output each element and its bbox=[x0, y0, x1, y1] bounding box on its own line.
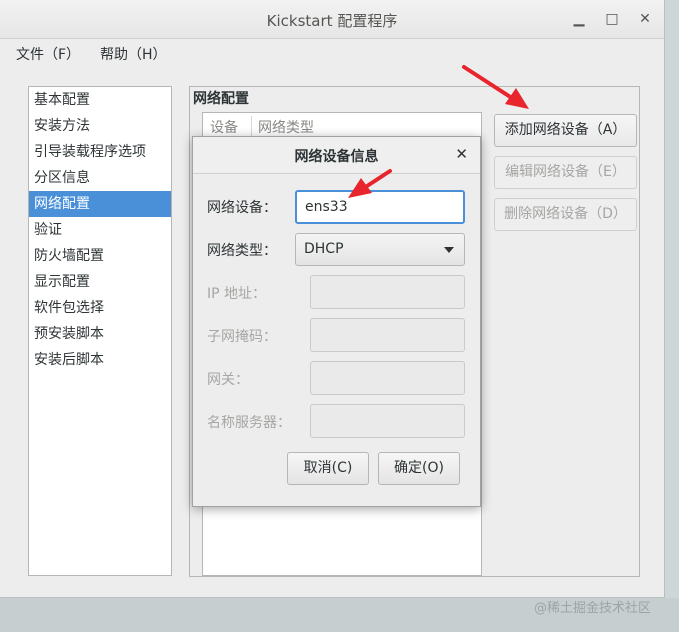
category-list: 基本配置 安装方法 引导装载程序选项 分区信息 网络配置 验证 防火墙配置 显示… bbox=[28, 86, 172, 576]
ip-address-label: IP 地址： bbox=[207, 286, 267, 302]
kickstart-window: Kickstart 配置程序 ▁ □ ✕ 文件（F） 帮助（H） 基本配置 安装… bbox=[0, 0, 665, 598]
device-label: 网络设备： bbox=[207, 200, 277, 216]
sidebar-item-pre-script[interactable]: 预安装脚本 bbox=[29, 321, 171, 347]
network-type-select[interactable]: DHCP bbox=[295, 233, 465, 266]
nameserver-label: 名称服务器： bbox=[207, 415, 291, 431]
watermark: @稀土掘金技术社区 bbox=[534, 601, 652, 616]
device-input[interactable] bbox=[295, 190, 465, 224]
add-network-device-button[interactable]: 添加网络设备（A） bbox=[494, 114, 637, 147]
sidebar-item-bootloader[interactable]: 引导装载程序选项 bbox=[29, 139, 171, 165]
column-network-type[interactable]: 网络类型 bbox=[258, 117, 314, 137]
chevron-down-icon bbox=[444, 247, 454, 253]
dialog-title: 网络设备信息 bbox=[294, 149, 379, 165]
minimize-icon[interactable]: ▁ bbox=[568, 8, 590, 30]
edit-network-device-button: 编辑网络设备（E） bbox=[494, 156, 637, 189]
delete-network-device-button: 删除网络设备（D） bbox=[494, 198, 637, 231]
network-type-label: 网络类型： bbox=[207, 243, 277, 259]
column-device[interactable]: 设备 bbox=[210, 117, 238, 137]
menu-bar: 文件（F） 帮助（H） bbox=[0, 38, 664, 66]
sidebar-item-display[interactable]: 显示配置 bbox=[29, 269, 171, 295]
window-titlebar[interactable]: Kickstart 配置程序 ▁ □ ✕ bbox=[0, 0, 664, 39]
sidebar-item-auth[interactable]: 验证 bbox=[29, 217, 171, 243]
netmask-label: 子网掩码： bbox=[207, 329, 277, 345]
sidebar-item-install-method[interactable]: 安装方法 bbox=[29, 113, 171, 139]
maximize-icon[interactable]: □ bbox=[601, 8, 623, 30]
menu-file[interactable]: 文件（F） bbox=[16, 44, 80, 64]
gateway-input bbox=[310, 361, 465, 395]
window-title: Kickstart 配置程序 bbox=[266, 12, 398, 30]
dialog-titlebar[interactable]: 网络设备信息 ✕ bbox=[193, 137, 480, 174]
sidebar-item-firewall[interactable]: 防火墙配置 bbox=[29, 243, 171, 269]
dialog-close-icon[interactable]: ✕ bbox=[455, 145, 468, 163]
netmask-input bbox=[310, 318, 465, 352]
panel-title: 网络配置 bbox=[193, 88, 249, 108]
ip-address-input bbox=[310, 275, 465, 309]
menu-help[interactable]: 帮助（H） bbox=[100, 44, 167, 64]
cancel-button[interactable]: 取消(C) bbox=[287, 452, 369, 485]
network-type-value: DHCP bbox=[304, 241, 344, 257]
sidebar-item-partition[interactable]: 分区信息 bbox=[29, 165, 171, 191]
sidebar-item-post-script[interactable]: 安装后脚本 bbox=[29, 347, 171, 373]
ok-button[interactable]: 确定(O) bbox=[378, 452, 460, 485]
gateway-label: 网关： bbox=[207, 372, 249, 388]
sidebar-item-basic[interactable]: 基本配置 bbox=[29, 87, 171, 113]
sidebar-item-packages[interactable]: 软件包选择 bbox=[29, 295, 171, 321]
network-device-dialog: 网络设备信息 ✕ 网络设备： 网络类型： DHCP IP 地址： 子网掩码： 网… bbox=[192, 136, 481, 507]
sidebar-item-network[interactable]: 网络配置 bbox=[29, 191, 171, 217]
close-icon[interactable]: ✕ bbox=[634, 8, 656, 30]
column-separator bbox=[251, 116, 252, 136]
nameserver-input bbox=[310, 404, 465, 438]
